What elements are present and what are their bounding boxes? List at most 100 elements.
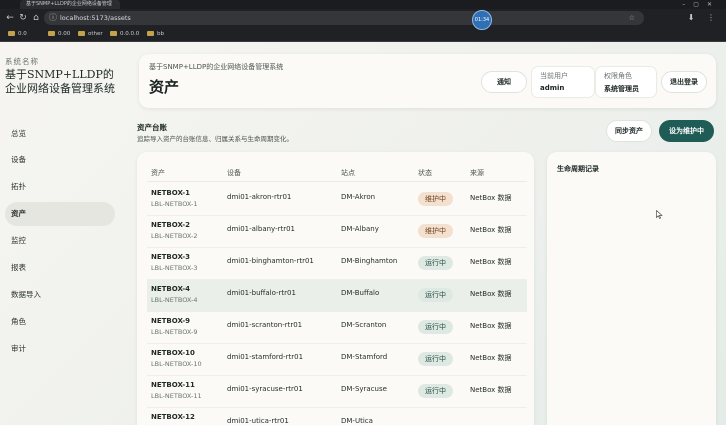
asset-name: NETBOX-2 — [151, 221, 191, 229]
asset-cell: NETBOX-9 LBL-NETBOX-9 — [151, 317, 198, 336]
status-badge: 运行中 — [418, 256, 453, 270]
bookmark-item[interactable]: bb — [147, 29, 164, 40]
site-cell: DM-Stamford — [341, 353, 388, 361]
notify-button[interactable]: 通知 — [481, 71, 527, 93]
site-cell: DM-Syracuse — [341, 385, 387, 393]
system-name-label: 系统名称 — [5, 57, 39, 66]
asset-cell: NETBOX-10 LBL-NETBOX-10 — [151, 349, 202, 368]
device-cell: dmi01-binghamton-rtr01 — [227, 257, 314, 265]
role-value: 系统管理员 — [604, 85, 639, 93]
asset-name: NETBOX-4 — [151, 285, 191, 293]
source-cell: NetBox 数据 — [470, 354, 512, 362]
asset-cell: NETBOX-2 LBL-NETBOX-2 — [151, 221, 198, 240]
reload-icon[interactable]: ↻ — [17, 12, 29, 24]
status-badge: 运行中 — [418, 320, 453, 334]
folder-icon — [78, 31, 85, 36]
bookmark-item[interactable]: 0.00 — [48, 29, 70, 40]
bookmarks-bar: 0.0 0.00 other 0.0.0.0 bb — [0, 27, 726, 42]
sync-assets-button[interactable]: 同步资产 — [606, 120, 652, 142]
source-cell: NetBox 数据 — [470, 290, 512, 298]
asset-name: NETBOX-11 — [151, 381, 195, 389]
system-title: 基于SNMP+LLDP的企业网络设备管理系统 — [5, 68, 115, 95]
device-cell: dmi01-syracuse-rtr01 — [227, 385, 303, 393]
table-header: 资产 设备 站点 状态 来源 — [147, 168, 527, 182]
back-icon[interactable]: ← — [4, 12, 16, 24]
site-info-icon[interactable]: ⓘ — [49, 12, 57, 24]
page-title: 资产 — [149, 78, 180, 96]
role-label: 权限角色 — [604, 72, 632, 80]
section-title: 资产台账 — [137, 123, 167, 132]
folder-icon — [8, 31, 15, 36]
sidebar-item-reports[interactable]: 报表 — [5, 256, 115, 280]
table-row[interactable]: NETBOX-4 LBL-NETBOX-4 dmi01-buffalo-rtr01… — [147, 280, 527, 312]
address-bar[interactable]: ⓘ localhost:5173/assets ☆ — [44, 11, 644, 25]
browser-chrome: 基于SNMP+LLDP的企业网络设备管理 –▢✕ ← ↻ ⌂ ⓘ localho… — [0, 0, 726, 42]
bookmark-item[interactable]: 0.0.0.0 — [110, 29, 139, 40]
sidebar-item-devices[interactable]: 设备 — [5, 148, 115, 172]
asset-name: NETBOX-1 — [151, 189, 191, 197]
column-header-site: 站点 — [341, 169, 355, 177]
device-cell: dmi01-buffalo-rtr01 — [227, 289, 296, 297]
column-header-device: 设备 — [227, 169, 241, 177]
lifecycle-title: 生命周期记录 — [557, 165, 599, 173]
sidebar-item-monitoring[interactable]: 监控 — [5, 229, 115, 253]
asset-name: NETBOX-10 — [151, 349, 195, 357]
sidebar-item-overview[interactable]: 总览 — [5, 122, 115, 146]
source-cell: NetBox 数据 — [470, 226, 512, 234]
asset-cell: NETBOX-1 LBL-NETBOX-1 — [151, 189, 198, 208]
current-user-box: 当前用户 admin — [531, 66, 595, 98]
section-description: 追踪导入资产的台账信息、归属关系与生命周期变化。 — [137, 135, 293, 143]
asset-code: LBL-NETBOX-3 — [151, 264, 198, 272]
sidebar-item-audit[interactable]: 审计 — [5, 337, 115, 361]
page-header: 基于SNMP+LLDP的企业网络设备管理系统 资产 通知 当前用户 admin … — [139, 54, 716, 108]
site-cell: DM-Akron — [341, 193, 376, 201]
sidebar-item-data-import[interactable]: 数据导入 — [5, 283, 115, 307]
url-text[interactable]: localhost:5173/assets — [60, 11, 131, 25]
table-row[interactable]: NETBOX-12 dmi01-utica-rtr01 DM-Utica — [147, 408, 527, 425]
status-badge: 运行中 — [418, 352, 453, 366]
set-maintenance-button[interactable]: 设为维护中 — [659, 120, 714, 142]
nav-row: ← ↻ ⌂ ⓘ localhost:5173/assets ☆ 01:34 ⬇ … — [0, 9, 726, 30]
logout-button[interactable]: 退出登录 — [661, 71, 707, 93]
mouse-cursor-icon — [656, 210, 663, 219]
sidebar-item-roles[interactable]: 角色 — [5, 310, 115, 334]
bookmark-item[interactable]: other — [78, 29, 103, 40]
window-controls[interactable]: –▢✕ — [682, 0, 720, 9]
asset-name: NETBOX-12 — [151, 413, 195, 421]
home-icon[interactable]: ⌂ — [30, 12, 42, 24]
column-header-asset: 资产 — [151, 169, 165, 177]
site-cell: DM-Scranton — [341, 321, 387, 329]
bookmark-star-icon[interactable]: ☆ — [629, 11, 638, 25]
asset-cell: NETBOX-11 LBL-NETBOX-11 — [151, 381, 202, 400]
table-row[interactable]: NETBOX-1 LBL-NETBOX-1 dmi01-akron-rtr01 D… — [147, 184, 527, 216]
asset-code: LBL-NETBOX-1 — [151, 200, 198, 208]
column-header-status: 状态 — [418, 169, 432, 177]
device-cell: dmi01-scranton-rtr01 — [227, 321, 303, 329]
status-badge: 维护中 — [418, 224, 453, 238]
table-row[interactable]: NETBOX-3 LBL-NETBOX-3 dmi01-binghamton-rt… — [147, 248, 527, 280]
table-row[interactable]: NETBOX-2 LBL-NETBOX-2 dmi01-albany-rtr01 … — [147, 216, 527, 248]
browser-menu-icons[interactable]: ⬇ ⋮ — [688, 12, 720, 24]
device-cell: dmi01-stamford-rtr01 — [227, 353, 304, 361]
app-root: 系统名称 基于SNMP+LLDP的企业网络设备管理系统 总览 设备 拓扑 资产 … — [0, 42, 726, 425]
asset-cell: NETBOX-12 — [151, 413, 195, 424]
asset-code: LBL-NETBOX-10 — [151, 360, 202, 368]
header-subtitle: 基于SNMP+LLDP的企业网络设备管理系统 — [149, 63, 284, 71]
asset-cell: NETBOX-3 LBL-NETBOX-3 — [151, 253, 198, 272]
current-user-label: 当前用户 — [540, 72, 568, 80]
role-box: 权限角色 系统管理员 — [595, 66, 657, 98]
bookmark-item[interactable]: 0.0 — [8, 29, 27, 40]
asset-code: LBL-NETBOX-4 — [151, 296, 198, 304]
asset-name: NETBOX-9 — [151, 317, 191, 325]
folder-icon — [110, 31, 117, 36]
table-row[interactable]: NETBOX-11 LBL-NETBOX-11 dmi01-syracuse-rt… — [147, 376, 527, 408]
table-row[interactable]: NETBOX-10 LBL-NETBOX-10 dmi01-stamford-rt… — [147, 344, 527, 376]
site-cell: DM-Buffalo — [341, 289, 380, 297]
browser-tab[interactable]: 基于SNMP+LLDP的企业网络设备管理 — [20, 0, 120, 9]
table-row[interactable]: NETBOX-9 LBL-NETBOX-9 dmi01-scranton-rtr0… — [147, 312, 527, 344]
asset-code: LBL-NETBOX-11 — [151, 392, 202, 400]
column-header-source: 来源 — [470, 169, 484, 177]
folder-icon — [147, 31, 154, 36]
sidebar-item-topology[interactable]: 拓扑 — [5, 175, 115, 199]
sidebar-item-assets[interactable]: 资产 — [5, 202, 115, 226]
